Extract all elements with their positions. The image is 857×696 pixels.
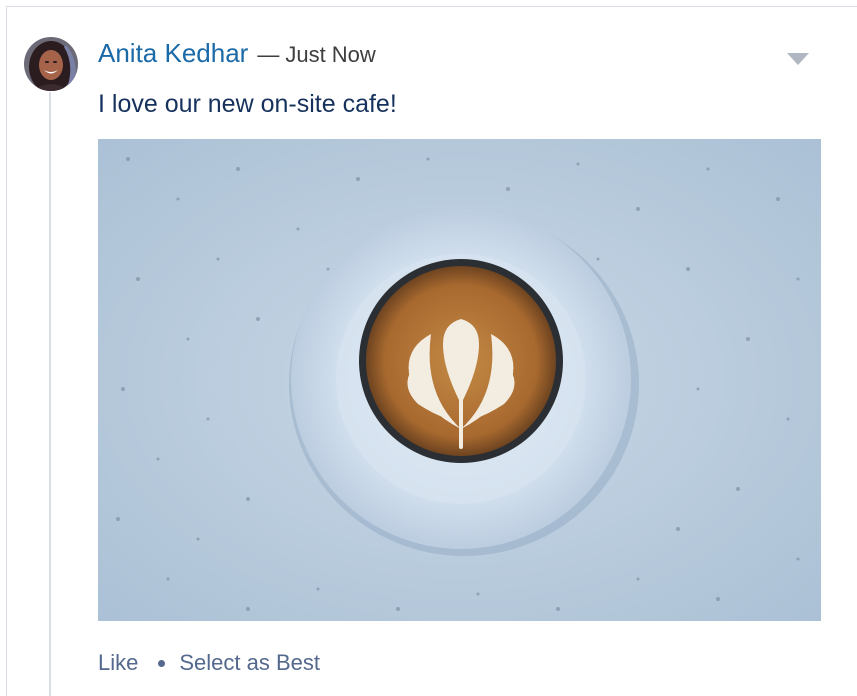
author-name-link[interactable]: Anita Kedhar — [98, 38, 248, 69]
like-button[interactable]: Like — [98, 650, 138, 676]
post-menu-button[interactable] — [786, 52, 810, 66]
post-actions: Like Select as Best — [98, 650, 320, 676]
header-separator: — — [257, 42, 280, 67]
post-header: Anita Kedhar — Just Now — [98, 38, 376, 74]
post-image[interactable] — [98, 139, 821, 621]
avatar-photo — [24, 37, 78, 91]
post-body-text: I love our new on-site cafe! — [98, 90, 397, 118]
select-as-best-button[interactable]: Select as Best — [179, 650, 320, 676]
post-timestamp: Just Now — [285, 42, 376, 67]
thread-line — [49, 92, 51, 696]
action-separator-dot — [158, 659, 166, 667]
coffee-photo — [98, 139, 821, 621]
chevron-down-icon — [787, 53, 809, 65]
avatar[interactable] — [24, 37, 78, 91]
